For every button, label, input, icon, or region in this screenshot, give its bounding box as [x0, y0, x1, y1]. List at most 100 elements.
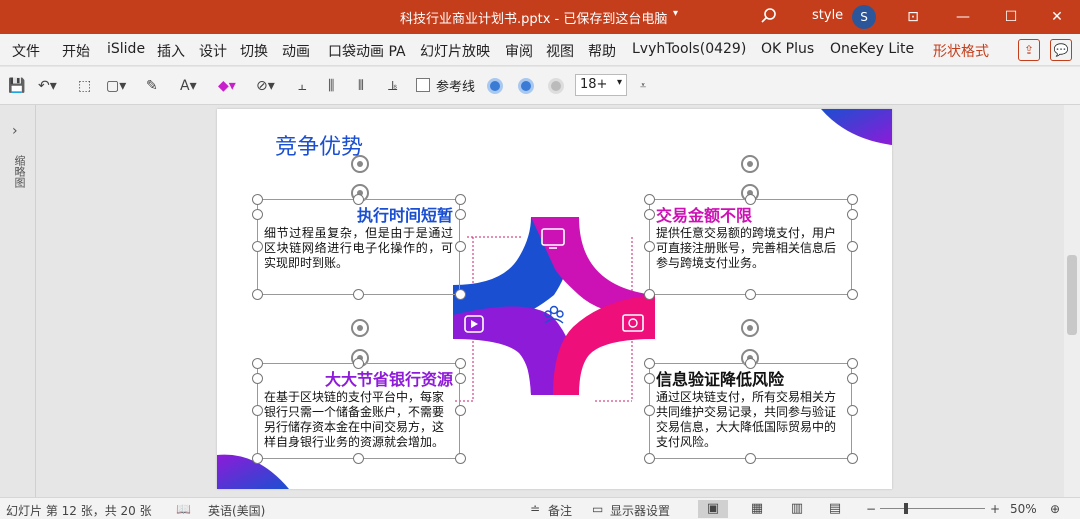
advantage-box-3[interactable]: 大大节省银行资源 在基于区块链的支付平台中，每家银行只需一个储备金账户，不需要另… — [257, 363, 460, 459]
resize-handle[interactable] — [252, 241, 263, 252]
search-icon[interactable] — [760, 7, 778, 25]
rotate-handle-icon[interactable] — [739, 317, 761, 339]
tab-insert[interactable]: 插入 — [157, 41, 185, 61]
advantage-box-4[interactable]: 信息验证降低风险 通过区块链支付，所有交易相关方共同维护交易记录，共同参与验证交… — [649, 363, 852, 459]
slide-sorter-button[interactable]: ▦ — [742, 500, 772, 518]
resize-handle[interactable] — [745, 358, 756, 369]
resize-handle[interactable] — [252, 358, 263, 369]
tab-lvyhtools[interactable]: LvyhTools(0429) — [632, 41, 746, 57]
shape-icon[interactable]: ▢▾ — [106, 76, 126, 96]
advantage-heading-4[interactable]: 信息验证降低风险 — [656, 366, 784, 390]
theme-color-2-icon[interactable] — [518, 78, 534, 94]
reading-view-button[interactable]: ▥ — [782, 500, 812, 518]
save-icon[interactable]: 💾 — [8, 76, 25, 96]
advantage-body-1[interactable]: 细节过程虽复杂，但是由于是通过区块链网络进行电子化操作的，可实现即时到账。 — [264, 226, 453, 271]
distribute-icon[interactable]: ⫴ — [358, 76, 364, 96]
tab-review[interactable]: 审阅 — [505, 41, 533, 61]
resize-handle[interactable] — [644, 358, 655, 369]
title-dropdown-icon[interactable]: ▾ — [673, 8, 678, 19]
resize-handle[interactable] — [847, 373, 858, 384]
close-button[interactable]: ✕ — [1034, 0, 1080, 34]
resize-handle[interactable] — [455, 289, 466, 300]
central-diagram[interactable] — [453, 217, 655, 395]
rotate-handle-icon[interactable] — [349, 317, 371, 339]
advantage-heading-2[interactable]: 交易金额不限 — [656, 202, 752, 226]
resize-handle[interactable] — [252, 373, 263, 384]
resize-handle[interactable] — [252, 209, 263, 220]
tab-islide[interactable]: iSlide — [107, 41, 145, 57]
resize-handle[interactable] — [847, 209, 858, 220]
advantage-box-2[interactable]: 交易金额不限 提供任意交易额的跨境支付，用户可直接注册账号，完善相关信息后参与跨… — [649, 199, 852, 295]
theme-color-3-icon[interactable] — [548, 78, 564, 94]
resize-handle[interactable] — [847, 405, 858, 416]
advantage-box-1[interactable]: 执行时间短暂 细节过程虽复杂，但是由于是通过区块链网络进行电子化操作的，可实现即… — [257, 199, 460, 295]
resize-handle[interactable] — [644, 241, 655, 252]
resize-handle[interactable] — [455, 358, 466, 369]
normal-view-button[interactable]: ▣ — [698, 500, 728, 518]
resize-handle[interactable] — [455, 194, 466, 205]
tab-onekey-lite[interactable]: OneKey Lite — [830, 41, 914, 57]
share-icon[interactable]: ⇪ — [1018, 39, 1040, 61]
resize-handle[interactable] — [644, 373, 655, 384]
tab-home[interactable]: 开始 — [62, 41, 90, 61]
resize-handle[interactable] — [745, 453, 756, 464]
resize-handle[interactable] — [745, 194, 756, 205]
thumbnail-label[interactable]: 缩略图 — [11, 155, 27, 188]
rotate-handle-icon[interactable] — [739, 153, 761, 175]
document-title[interactable]: 科技行业商业计划书.pptx - 已保存到这台电脑 — [400, 8, 667, 27]
resize-handle[interactable] — [252, 405, 263, 416]
resize-handle[interactable] — [353, 289, 364, 300]
advantage-heading-3[interactable]: 大大节省银行资源 — [325, 366, 453, 390]
align-top-icon[interactable]: ⫠ — [298, 76, 306, 96]
ribbon-display-icon[interactable]: ⊡ — [890, 0, 936, 34]
tab-shape-format[interactable]: 形状格式 — [933, 41, 989, 61]
resize-handle[interactable] — [455, 209, 466, 220]
slideshow-button[interactable]: ▤ — [820, 500, 850, 518]
advantage-body-2[interactable]: 提供任意交易额的跨境支付，用户可直接注册账号，完善相关信息后参与跨境支付业务。 — [656, 226, 845, 271]
fill-color-icon[interactable]: ◆▾ — [218, 76, 236, 96]
resize-handle[interactable] — [353, 358, 364, 369]
fit-slide-icon[interactable]: ⊕ — [1050, 502, 1060, 516]
format-painter-icon[interactable]: ✎ — [146, 76, 158, 96]
advantage-body-3[interactable]: 在基于区块链的支付平台中，每家银行只需一个储备金账户，不需要另行储存资本金在中间… — [264, 390, 453, 450]
zoom-slider-thumb[interactable] — [904, 503, 908, 514]
resize-handle[interactable] — [847, 289, 858, 300]
theme-color-1-icon[interactable] — [487, 78, 503, 94]
gridlines-checkbox[interactable] — [416, 78, 430, 92]
resize-handle[interactable] — [644, 194, 655, 205]
tab-design[interactable]: 设计 — [199, 41, 227, 61]
resize-handle[interactable] — [252, 289, 263, 300]
language-indicator[interactable]: 英语(美国) — [208, 502, 265, 519]
resize-handle[interactable] — [847, 241, 858, 252]
notes-button[interactable]: 备注 — [548, 502, 572, 519]
resize-handle[interactable] — [644, 453, 655, 464]
avatar[interactable]: S — [852, 5, 876, 29]
resize-handle[interactable] — [644, 405, 655, 416]
font-size-select[interactable]: 18+ ▾ — [575, 74, 627, 96]
resize-handle[interactable] — [644, 209, 655, 220]
comment-icon[interactable]: 💬 — [1050, 39, 1072, 61]
resize-handle[interactable] — [353, 453, 364, 464]
notes-icon[interactable]: ≐ — [530, 502, 540, 516]
display-settings-button[interactable]: 显示器设置 — [610, 502, 670, 519]
resize-handle[interactable] — [847, 358, 858, 369]
resize-handle[interactable] — [353, 194, 364, 205]
rotate-handle-icon[interactable] — [349, 153, 371, 175]
resize-handle[interactable] — [745, 289, 756, 300]
outline-icon[interactable]: ⊘▾ — [256, 76, 275, 96]
tab-slideshow[interactable]: 幻灯片放映 — [420, 41, 490, 61]
zoom-level[interactable]: 50% — [1010, 502, 1037, 516]
slide-canvas[interactable]: 竞争优势 执行时间短暂 细节过程虽复杂，但是由于是通过区块链网络进行电子化操作的… — [217, 109, 892, 489]
tab-pocket-animation[interactable]: 口袋动画 PA — [328, 41, 406, 61]
resize-handle[interactable] — [455, 373, 466, 384]
display-settings-icon[interactable]: ▭ — [592, 502, 603, 516]
align-middle-icon[interactable]: ⫼ — [328, 76, 334, 96]
advantage-body-4[interactable]: 通过区块链支付，所有交易相关方共同维护交易记录，共同参与验证交易信息，大大降低国… — [656, 390, 845, 450]
maximize-button[interactable]: ☐ — [988, 0, 1034, 34]
minimize-button[interactable]: — — [940, 0, 986, 34]
advantage-heading-1[interactable]: 执行时间短暂 — [357, 202, 453, 226]
resize-handle[interactable] — [847, 453, 858, 464]
customize-toolbar-icon[interactable]: ⩡ — [640, 76, 646, 96]
vertical-scrollbar[interactable] — [1064, 105, 1080, 497]
zoom-in-button[interactable]: + — [990, 502, 1000, 516]
